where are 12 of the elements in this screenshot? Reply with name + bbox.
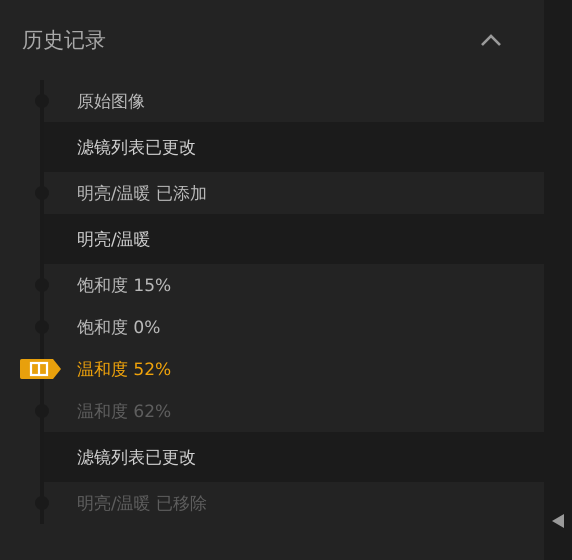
history-item[interactable]: 饱和度 15% xyxy=(77,274,172,296)
history-item[interactable]: 滤镜列表已更改 xyxy=(77,446,196,468)
chevron-up-icon xyxy=(480,33,502,47)
history-item[interactable]: 温和度 52% xyxy=(77,358,172,380)
marker-icon xyxy=(18,358,62,380)
history-item[interactable]: 饱和度 0% xyxy=(77,316,160,338)
history-item[interactable]: 滤镜列表已更改 xyxy=(77,136,196,158)
panel-title: 历史记录 xyxy=(22,27,106,54)
history-item[interactable]: 原始图像 xyxy=(77,90,145,112)
expand-arrow-icon[interactable] xyxy=(552,514,564,528)
history-item[interactable]: 明亮/温暖 xyxy=(77,228,151,250)
history-item[interactable]: 明亮/温暖 已添加 xyxy=(77,182,208,204)
